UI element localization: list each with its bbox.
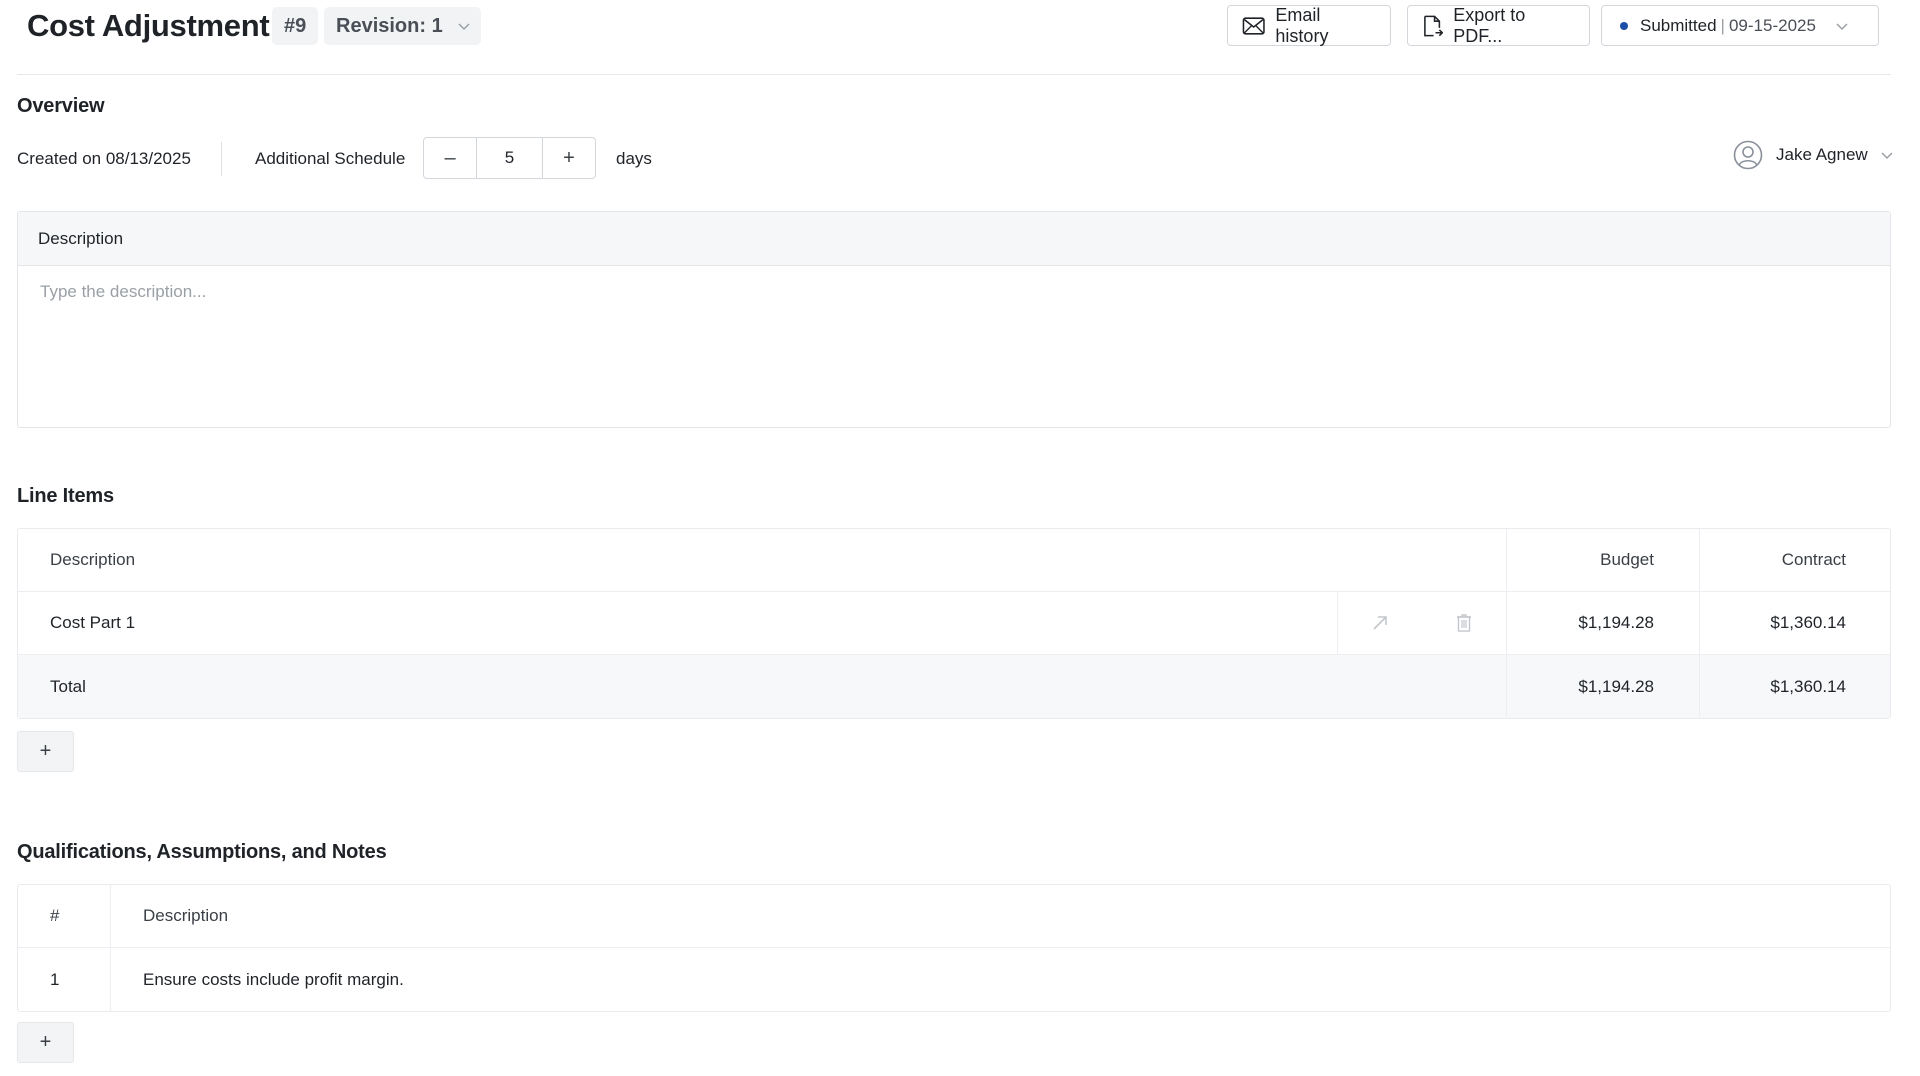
- document-number-badge: #9: [272, 7, 319, 45]
- add-line-item-button[interactable]: +: [17, 731, 74, 772]
- table-row[interactable]: Cost Part 1 $1,194.28 $1,360.14: [18, 592, 1890, 655]
- description-input[interactable]: [40, 282, 1868, 422]
- stepper-increment-button[interactable]: +: [543, 138, 595, 178]
- line-items-table: Description Budget Contract Cost Part 1 …: [17, 528, 1891, 719]
- line-item-contract[interactable]: $1,360.14: [1699, 592, 1890, 654]
- email-history-button[interactable]: Email history: [1227, 5, 1391, 46]
- total-budget: $1,194.28: [1506, 655, 1699, 718]
- description-panel: Description: [17, 211, 1891, 428]
- table-header-row: # Description: [18, 885, 1890, 948]
- created-date: Created on 08/13/2025: [17, 149, 191, 168]
- chevron-down-icon: [457, 19, 471, 33]
- days-unit-label: days: [616, 149, 652, 168]
- overview-divider: [221, 142, 222, 176]
- page-title: Cost Adjustment: [27, 8, 270, 43]
- line-item-budget[interactable]: $1,194.28: [1506, 592, 1699, 654]
- note-description[interactable]: Ensure costs include profit margin.: [111, 948, 1890, 1011]
- table-row[interactable]: 1 Ensure costs include profit margin.: [18, 948, 1890, 1011]
- total-row: Total $1,194.28 $1,360.14: [18, 655, 1890, 718]
- status-date: 09-15-2025: [1728, 15, 1816, 35]
- chevron-down-icon: [1880, 148, 1894, 162]
- total-label: Total: [50, 676, 86, 696]
- status-separator: |: [1720, 15, 1725, 35]
- status-dot: [1620, 21, 1628, 30]
- notes-table: # Description 1 Ensure costs include pro…: [17, 884, 1891, 1012]
- assignee-dropdown[interactable]: Jake Agnew: [1733, 140, 1894, 170]
- status-label: Submitted: [1640, 15, 1717, 35]
- header-divider: [17, 74, 1891, 75]
- chevron-down-icon: [1834, 18, 1860, 34]
- description-header: Description: [18, 212, 1890, 266]
- column-header-budget: Budget: [1506, 529, 1699, 591]
- table-header-row: Description Budget Contract: [18, 529, 1890, 592]
- stepper-decrement-button[interactable]: –: [424, 138, 476, 178]
- schedule-days-stepper[interactable]: – 5 +: [423, 137, 596, 179]
- user-circle-icon: [1733, 140, 1763, 170]
- description-area: [18, 266, 1890, 443]
- overview-section-title: Overview: [17, 95, 105, 117]
- stepper-value[interactable]: 5: [476, 138, 543, 178]
- arrow-up-right-icon: [1373, 616, 1387, 630]
- notes-section-title: Qualifications, Assumptions, and Notes: [17, 841, 387, 863]
- note-number: 1: [18, 948, 111, 1011]
- document-export-icon: [1424, 15, 1444, 36]
- add-note-button[interactable]: +: [17, 1022, 74, 1063]
- additional-schedule-label: Additional Schedule: [255, 149, 406, 168]
- export-pdf-label: Export to PDF...: [1453, 4, 1526, 46]
- email-history-label: Email history: [1275, 4, 1329, 46]
- revision-label: Revision: 1: [336, 14, 443, 37]
- envelope-icon: [1242, 16, 1265, 35]
- status-dropdown[interactable]: Submitted | 09-15-2025: [1601, 5, 1879, 46]
- column-header-number: #: [18, 885, 111, 947]
- assignee-name: Jake Agnew: [1776, 145, 1868, 164]
- line-items-section-title: Line Items: [17, 485, 114, 507]
- trash-icon: [1457, 614, 1471, 632]
- page-header: Cost Adjustment #9 Revision: 1 Email his…: [0, 0, 1900, 74]
- total-contract: $1,360.14: [1699, 655, 1890, 718]
- delete-line-item-button[interactable]: [1422, 592, 1506, 654]
- column-header-contract: Contract: [1699, 529, 1890, 591]
- column-header-description: Description: [50, 550, 136, 569]
- line-item-description[interactable]: Cost Part 1: [18, 592, 1337, 654]
- export-pdf-button[interactable]: Export to PDF...: [1407, 5, 1590, 46]
- open-line-item-button[interactable]: [1337, 592, 1422, 654]
- revision-dropdown[interactable]: Revision: 1: [324, 7, 481, 45]
- column-header-description: Description: [143, 906, 229, 925]
